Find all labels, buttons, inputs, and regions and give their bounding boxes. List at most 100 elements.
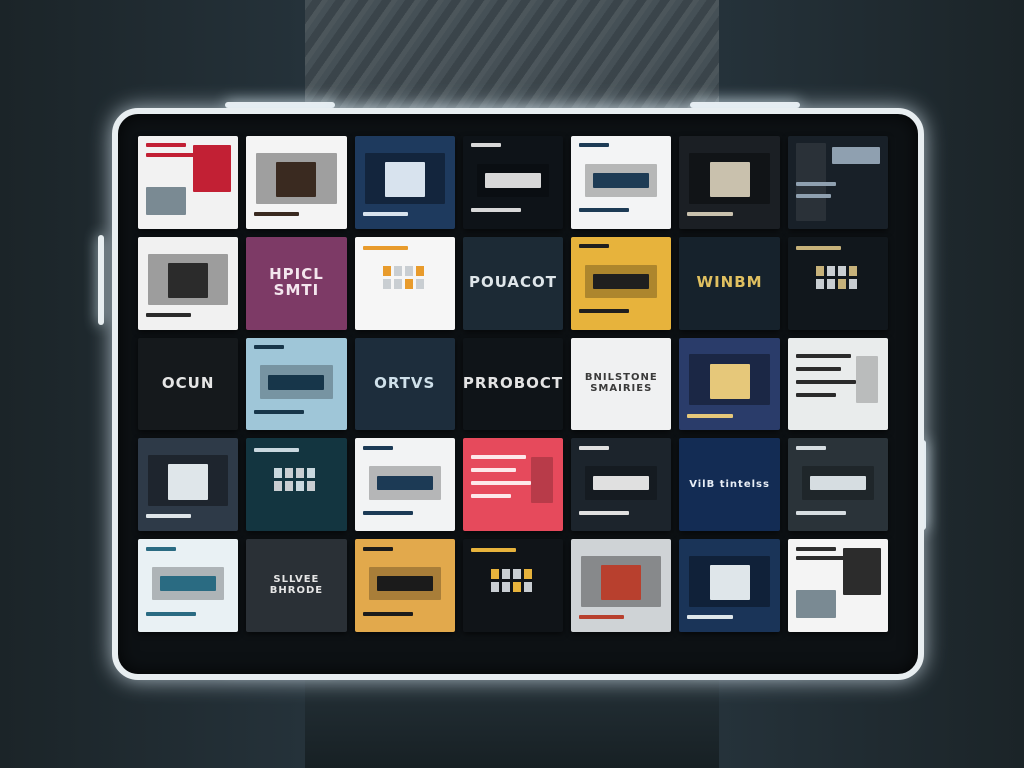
thumbnail-content-block — [855, 356, 878, 403]
thumbnail-text-line — [579, 208, 630, 213]
thumbnail-image — [826, 279, 835, 290]
thumbnail-image — [490, 568, 499, 579]
website-thumbnail-tile[interactable] — [787, 236, 888, 330]
thumbnail-content-block — [193, 145, 232, 192]
website-thumbnail-tile[interactable] — [138, 136, 239, 229]
website-thumbnail-tile[interactable] — [246, 136, 347, 229]
website-thumbnail-tile[interactable] — [571, 438, 672, 532]
thumbnail-image — [826, 266, 835, 277]
thumbnail-image — [815, 266, 824, 277]
website-thumbnail-tile[interactable]: POUACOT — [462, 236, 564, 330]
thumbnail-image — [512, 581, 521, 592]
website-thumbnail-tile[interactable] — [138, 438, 239, 532]
thumbnail-content-block — [531, 456, 554, 504]
thumbnail-content-block — [709, 363, 750, 399]
website-thumbnail-tile[interactable] — [246, 337, 347, 431]
thumbnail-content-block — [384, 161, 425, 198]
thumbnail-content-block — [593, 273, 650, 289]
website-thumbnail-tile[interactable] — [679, 136, 780, 229]
thumbnail-image — [307, 481, 316, 492]
website-thumbnail-tile[interactable] — [354, 438, 455, 532]
thumbnail-text-line — [795, 393, 836, 398]
thumbnail-image — [415, 279, 424, 290]
thumbnail-text-line — [146, 546, 177, 551]
thumbnail-text-line — [254, 345, 285, 350]
thumbnail-text-line — [470, 548, 516, 553]
thumbnail-image — [296, 468, 305, 479]
website-thumbnail-tile[interactable]: OCUN — [138, 337, 239, 431]
website-thumbnail-tile[interactable] — [679, 539, 780, 632]
thumbnail-title: BNILSTONE SMAIRIES — [584, 372, 658, 394]
website-thumbnail-tile[interactable]: PRROBOCT — [462, 337, 564, 431]
website-thumbnail-tile[interactable] — [138, 539, 239, 632]
thumbnail-title: POUACOT — [468, 273, 558, 292]
thumbnail-text-line — [579, 510, 630, 515]
thumbnail-text-line — [470, 481, 532, 486]
thumbnail-image — [837, 279, 846, 290]
thumbnail-image-grid — [815, 266, 857, 290]
thumbnail-content-block — [484, 173, 542, 188]
thumbnail-text-line — [795, 546, 836, 551]
website-thumbnail-tile[interactable] — [571, 539, 672, 632]
website-thumbnail-tile[interactable]: HPICL SMTI — [246, 236, 347, 330]
website-thumbnail-tile[interactable] — [138, 236, 239, 330]
website-thumbnail-tile[interactable]: ORTVS — [354, 337, 455, 431]
thumbnail-image — [274, 481, 283, 492]
thumbnail-text-line — [795, 182, 836, 187]
thumbnail-text-line — [470, 455, 526, 460]
website-thumbnail-tile[interactable] — [787, 136, 888, 229]
thumbnail-image — [393, 266, 402, 277]
thumbnail-title: WINBM — [696, 273, 763, 292]
thumbnail-text-line — [146, 143, 187, 148]
thumbnail-image — [523, 568, 532, 579]
thumbnail-text-line — [470, 468, 516, 473]
thumbnail-text-line — [795, 380, 856, 385]
thumbnail-text-line — [254, 447, 300, 452]
thumbnail-text-line — [579, 309, 630, 314]
website-thumbnail-tile[interactable]: WINBM — [679, 236, 780, 330]
website-thumbnail-tile[interactable] — [571, 136, 672, 229]
website-thumbnail-tile[interactable]: BNILSTONE SMAIRIES — [571, 337, 672, 431]
thumbnail-text-line — [579, 615, 625, 620]
thumbnail-image — [523, 581, 532, 592]
website-thumbnail-tile[interactable] — [787, 438, 888, 532]
website-thumbnail-tile[interactable] — [462, 438, 564, 532]
thumbnail-image — [848, 279, 857, 290]
website-thumbnail-tile[interactable] — [354, 136, 455, 229]
website-thumbnail-tile[interactable] — [571, 236, 672, 330]
thumbnail-content-block — [593, 475, 650, 491]
thumbnail-content-block — [168, 464, 209, 500]
website-thumbnail-tile[interactable] — [462, 136, 564, 229]
website-thumbnail-tile[interactable] — [787, 337, 888, 431]
website-thumbnail-tile[interactable] — [354, 539, 455, 632]
thumbnail-content-block — [709, 565, 750, 601]
thumbnail-text-line — [470, 143, 501, 148]
website-thumbnail-tile[interactable] — [354, 236, 455, 330]
thumbnail-text-line — [579, 143, 610, 148]
thumbnail-content-block — [160, 576, 217, 592]
thumbnail-text-line — [579, 244, 610, 249]
website-thumbnail-tile[interactable] — [462, 539, 564, 632]
thumbnail-title: VilB tintelss — [689, 478, 770, 490]
thumbnail-content-block — [376, 475, 433, 491]
thumbnail-text-line — [795, 246, 841, 251]
website-thumbnail-tile[interactable] — [246, 438, 347, 532]
thumbnail-content-block — [809, 475, 866, 491]
thumbnail-content-block — [168, 262, 209, 299]
thumbnail-text-line — [579, 445, 610, 450]
thumbnail-text-line — [470, 494, 511, 499]
thumbnail-image — [512, 568, 521, 579]
thumbnail-text-line — [146, 611, 197, 616]
thumbnail-image — [815, 279, 824, 290]
thumbnail-text-line — [146, 312, 192, 317]
thumbnail-image — [382, 266, 391, 277]
thumbnail-title: ORTVS — [374, 374, 436, 393]
thumbnail-text-line — [795, 193, 831, 198]
thumbnail-text-line — [362, 246, 408, 251]
website-thumbnail-tile[interactable] — [679, 337, 780, 431]
website-thumbnail-tile[interactable]: SLLVEE BHRODE — [246, 539, 347, 632]
thumbnail-image — [490, 581, 499, 592]
thumbnail-image — [848, 266, 857, 277]
website-thumbnail-tile[interactable] — [787, 539, 888, 632]
website-thumbnail-tile[interactable]: VilB tintelss — [679, 438, 780, 532]
